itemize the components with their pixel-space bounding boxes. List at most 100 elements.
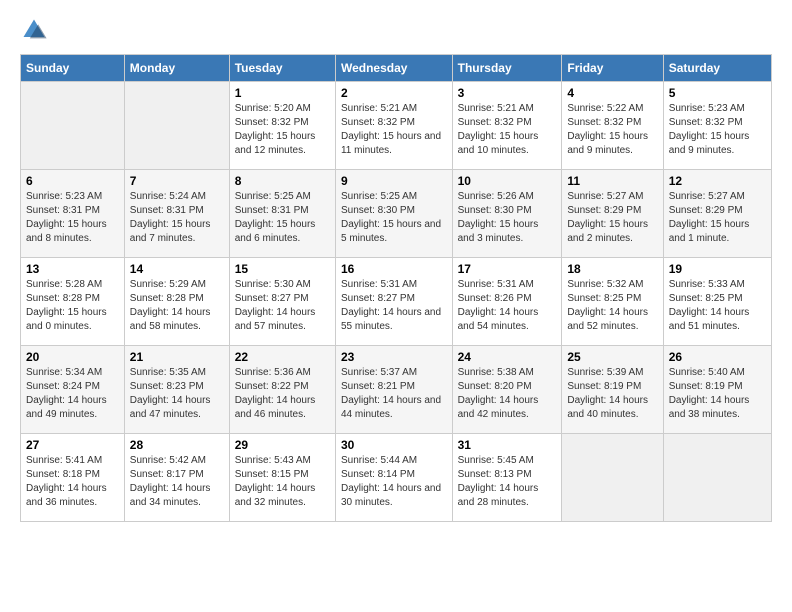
day-number: 28 — [130, 438, 224, 452]
day-number: 25 — [567, 350, 657, 364]
day-number: 27 — [26, 438, 119, 452]
day-detail: Sunrise: 5:35 AM Sunset: 8:23 PM Dayligh… — [130, 366, 224, 422]
day-number: 14 — [130, 262, 224, 276]
calendar-cell: 16 Sunrise: 5:31 AM Sunset: 8:27 PM Dayli… — [335, 258, 452, 346]
calendar-cell: 4 Sunrise: 5:22 AM Sunset: 8:32 PM Daylig… — [562, 82, 663, 170]
day-number: 26 — [669, 350, 766, 364]
day-detail: Sunrise: 5:30 AM Sunset: 8:27 PM Dayligh… — [235, 278, 330, 334]
day-detail: Sunrise: 5:32 AM Sunset: 8:25 PM Dayligh… — [567, 278, 657, 334]
day-detail: Sunrise: 5:26 AM Sunset: 8:30 PM Dayligh… — [458, 190, 557, 246]
calendar-cell: 26 Sunrise: 5:40 AM Sunset: 8:19 PM Dayli… — [663, 346, 771, 434]
day-detail: Sunrise: 5:41 AM Sunset: 8:18 PM Dayligh… — [26, 454, 119, 510]
day-detail: Sunrise: 5:38 AM Sunset: 8:20 PM Dayligh… — [458, 366, 557, 422]
day-detail: Sunrise: 5:40 AM Sunset: 8:19 PM Dayligh… — [669, 366, 766, 422]
calendar-cell: 17 Sunrise: 5:31 AM Sunset: 8:26 PM Dayli… — [452, 258, 562, 346]
calendar-cell: 9 Sunrise: 5:25 AM Sunset: 8:30 PM Daylig… — [335, 170, 452, 258]
calendar-cell: 24 Sunrise: 5:38 AM Sunset: 8:20 PM Dayli… — [452, 346, 562, 434]
day-detail: Sunrise: 5:39 AM Sunset: 8:19 PM Dayligh… — [567, 366, 657, 422]
day-number: 23 — [341, 350, 447, 364]
day-detail: Sunrise: 5:23 AM Sunset: 8:32 PM Dayligh… — [669, 102, 766, 158]
day-number: 17 — [458, 262, 557, 276]
day-number: 24 — [458, 350, 557, 364]
calendar-cell: 20 Sunrise: 5:34 AM Sunset: 8:24 PM Dayli… — [21, 346, 125, 434]
day-header-saturday: Saturday — [663, 55, 771, 82]
calendar-cell: 27 Sunrise: 5:41 AM Sunset: 8:18 PM Dayli… — [21, 434, 125, 522]
day-detail: Sunrise: 5:28 AM Sunset: 8:28 PM Dayligh… — [26, 278, 119, 334]
calendar-cell: 29 Sunrise: 5:43 AM Sunset: 8:15 PM Dayli… — [229, 434, 335, 522]
day-number: 18 — [567, 262, 657, 276]
day-number: 5 — [669, 86, 766, 100]
calendar-cell: 3 Sunrise: 5:21 AM Sunset: 8:32 PM Daylig… — [452, 82, 562, 170]
day-number: 4 — [567, 86, 657, 100]
day-detail: Sunrise: 5:21 AM Sunset: 8:32 PM Dayligh… — [458, 102, 557, 158]
day-detail: Sunrise: 5:25 AM Sunset: 8:30 PM Dayligh… — [341, 190, 447, 246]
day-number: 12 — [669, 174, 766, 188]
day-detail: Sunrise: 5:22 AM Sunset: 8:32 PM Dayligh… — [567, 102, 657, 158]
day-detail: Sunrise: 5:43 AM Sunset: 8:15 PM Dayligh… — [235, 454, 330, 510]
calendar-cell — [124, 82, 229, 170]
day-number: 30 — [341, 438, 447, 452]
calendar-cell: 2 Sunrise: 5:21 AM Sunset: 8:32 PM Daylig… — [335, 82, 452, 170]
day-number: 8 — [235, 174, 330, 188]
day-number: 13 — [26, 262, 119, 276]
calendar-cell: 19Sunrise: 5:33 AM Sunset: 8:25 PM Dayli… — [663, 258, 771, 346]
calendar-cell: 15Sunrise: 5:30 AM Sunset: 8:27 PM Dayli… — [229, 258, 335, 346]
calendar-cell: 7 Sunrise: 5:24 AM Sunset: 8:31 PM Daylig… — [124, 170, 229, 258]
calendar-cell: 18 Sunrise: 5:32 AM Sunset: 8:25 PM Dayli… — [562, 258, 663, 346]
day-number: 29 — [235, 438, 330, 452]
day-detail: Sunrise: 5:31 AM Sunset: 8:26 PM Dayligh… — [458, 278, 557, 334]
day-number: 1 — [235, 86, 330, 100]
day-header-tuesday: Tuesday — [229, 55, 335, 82]
day-header-thursday: Thursday — [452, 55, 562, 82]
day-number: 3 — [458, 86, 557, 100]
day-detail: Sunrise: 5:31 AM Sunset: 8:27 PM Dayligh… — [341, 278, 447, 334]
calendar-table: SundayMondayTuesdayWednesdayThursdayFrid… — [20, 54, 772, 522]
day-number: 16 — [341, 262, 447, 276]
week-row-3: 13 Sunrise: 5:28 AM Sunset: 8:28 PM Dayli… — [21, 258, 772, 346]
day-detail: Sunrise: 5:37 AM Sunset: 8:21 PM Dayligh… — [341, 366, 447, 422]
day-detail: Sunrise: 5:29 AM Sunset: 8:28 PM Dayligh… — [130, 278, 224, 334]
day-detail: Sunrise: 5:27 AM Sunset: 8:29 PM Dayligh… — [567, 190, 657, 246]
day-number: 20 — [26, 350, 119, 364]
day-number: 9 — [341, 174, 447, 188]
day-header-wednesday: Wednesday — [335, 55, 452, 82]
calendar-cell: 25 Sunrise: 5:39 AM Sunset: 8:19 PM Dayli… — [562, 346, 663, 434]
page: SundayMondayTuesdayWednesdayThursdayFrid… — [0, 0, 792, 532]
day-detail: Sunrise: 5:25 AM Sunset: 8:31 PM Dayligh… — [235, 190, 330, 246]
day-number: 6 — [26, 174, 119, 188]
calendar-cell: 12Sunrise: 5:27 AM Sunset: 8:29 PM Dayli… — [663, 170, 771, 258]
calendar-cell: 30Sunrise: 5:44 AM Sunset: 8:14 PM Dayli… — [335, 434, 452, 522]
day-detail: Sunrise: 5:20 AM Sunset: 8:32 PM Dayligh… — [235, 102, 330, 158]
calendar-cell: 22Sunrise: 5:36 AM Sunset: 8:22 PM Dayli… — [229, 346, 335, 434]
calendar-cell: 6 Sunrise: 5:23 AM Sunset: 8:31 PM Daylig… — [21, 170, 125, 258]
calendar-cell: 1 Sunrise: 5:20 AM Sunset: 8:32 PM Daylig… — [229, 82, 335, 170]
calendar-cell: 8 Sunrise: 5:25 AM Sunset: 8:31 PM Daylig… — [229, 170, 335, 258]
week-row-5: 27 Sunrise: 5:41 AM Sunset: 8:18 PM Dayli… — [21, 434, 772, 522]
calendar-cell: 21 Sunrise: 5:35 AM Sunset: 8:23 PM Dayli… — [124, 346, 229, 434]
logo-icon — [20, 16, 48, 44]
week-row-1: 1 Sunrise: 5:20 AM Sunset: 8:32 PM Daylig… — [21, 82, 772, 170]
day-header-sunday: Sunday — [21, 55, 125, 82]
day-detail: Sunrise: 5:34 AM Sunset: 8:24 PM Dayligh… — [26, 366, 119, 422]
week-row-2: 6 Sunrise: 5:23 AM Sunset: 8:31 PM Daylig… — [21, 170, 772, 258]
day-number: 31 — [458, 438, 557, 452]
day-detail: Sunrise: 5:36 AM Sunset: 8:22 PM Dayligh… — [235, 366, 330, 422]
logo — [20, 16, 52, 44]
day-number: 11 — [567, 174, 657, 188]
calendar-cell: 23 Sunrise: 5:37 AM Sunset: 8:21 PM Dayli… — [335, 346, 452, 434]
day-detail: Sunrise: 5:24 AM Sunset: 8:31 PM Dayligh… — [130, 190, 224, 246]
day-detail: Sunrise: 5:21 AM Sunset: 8:32 PM Dayligh… — [341, 102, 447, 158]
day-detail: Sunrise: 5:42 AM Sunset: 8:17 PM Dayligh… — [130, 454, 224, 510]
day-number: 7 — [130, 174, 224, 188]
day-number: 10 — [458, 174, 557, 188]
day-detail: Sunrise: 5:23 AM Sunset: 8:31 PM Dayligh… — [26, 190, 119, 246]
calendar-header-row: SundayMondayTuesdayWednesdayThursdayFrid… — [21, 55, 772, 82]
week-row-4: 20 Sunrise: 5:34 AM Sunset: 8:24 PM Dayli… — [21, 346, 772, 434]
calendar-cell — [21, 82, 125, 170]
day-number: 19 — [669, 262, 766, 276]
day-detail: Sunrise: 5:45 AM Sunset: 8:13 PM Dayligh… — [458, 454, 557, 510]
day-number: 21 — [130, 350, 224, 364]
day-number: 2 — [341, 86, 447, 100]
calendar-cell — [562, 434, 663, 522]
calendar-cell: 10 Sunrise: 5:26 AM Sunset: 8:30 PM Dayli… — [452, 170, 562, 258]
